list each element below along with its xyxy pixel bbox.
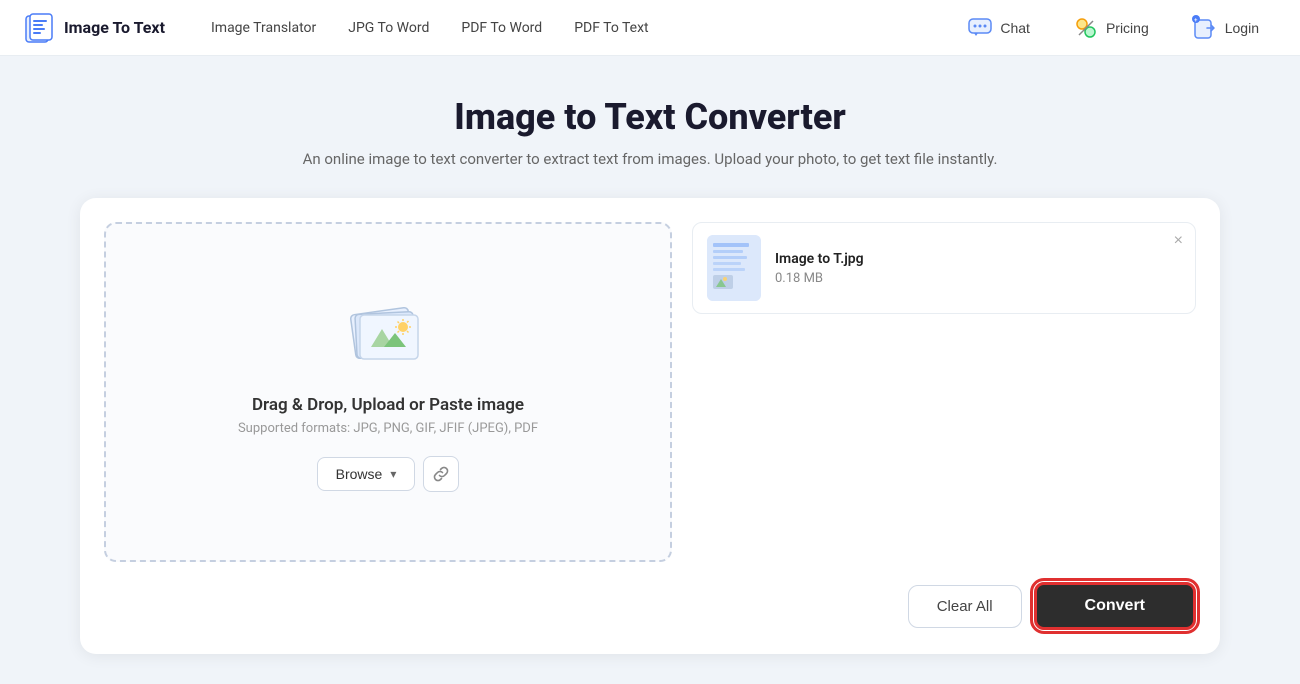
file-item: Image to T.jpg 0.18 MB × (692, 222, 1196, 314)
logo-icon (24, 12, 56, 44)
header: Image To Text Image Translator JPG To Wo… (0, 0, 1300, 56)
pricing-button[interactable]: Pricing (1055, 6, 1166, 50)
page-subtitle: An online image to text converter to ext… (303, 150, 998, 168)
login-icon: + (1191, 14, 1219, 42)
header-right: Chat Pricing + Login (949, 6, 1276, 50)
login-button[interactable]: + Login (1174, 6, 1276, 50)
nav-pdf-to-text[interactable]: PDF To Text (560, 12, 662, 44)
pricing-label: Pricing (1106, 20, 1149, 36)
file-list-area: Image to T.jpg 0.18 MB × (692, 222, 1196, 562)
chat-label: Chat (1000, 20, 1030, 36)
browse-button[interactable]: Browse ▾ (317, 457, 416, 491)
bottom-bar: Clear All Convert (104, 582, 1196, 630)
logo-link[interactable]: Image To Text (24, 12, 165, 44)
nav-pdf-to-word[interactable]: PDF To Word (447, 12, 556, 44)
link-button[interactable] (423, 456, 459, 492)
chat-button[interactable]: Chat (949, 6, 1047, 50)
logo-text: Image To Text (64, 18, 165, 37)
drop-zone-title: Drag & Drop, Upload or Paste image (252, 395, 524, 415)
main-nav: Image Translator JPG To Word PDF To Word… (197, 12, 949, 44)
pricing-icon (1072, 14, 1100, 42)
link-icon (432, 465, 450, 483)
converter-main: Drag & Drop, Upload or Paste image Suppo… (104, 222, 1196, 562)
nav-jpg-to-word[interactable]: JPG To Word (334, 12, 443, 44)
login-label: Login (1225, 20, 1259, 36)
drop-zone-icon (338, 293, 438, 377)
drop-zone[interactable]: Drag & Drop, Upload or Paste image Suppo… (104, 222, 672, 562)
file-size: 0.18 MB (775, 271, 1181, 286)
browse-area: Browse ▾ (317, 456, 460, 492)
file-thumbnail (707, 235, 761, 301)
file-name: Image to T.jpg (775, 251, 1181, 267)
nav-image-translator[interactable]: Image Translator (197, 12, 330, 44)
page-title: Image to Text Converter (454, 96, 846, 138)
svg-text:+: + (1194, 18, 1198, 24)
convert-button[interactable]: Convert (1034, 582, 1196, 630)
drop-zone-subtitle: Supported formats: JPG, PNG, GIF, JFIF (… (238, 421, 538, 436)
browse-label: Browse (336, 466, 383, 482)
clear-all-button[interactable]: Clear All (908, 585, 1022, 628)
main-content: Image to Text Converter An online image … (0, 56, 1300, 684)
file-remove-button[interactable]: × (1174, 233, 1183, 249)
chat-icon (966, 14, 994, 42)
converter-box: Drag & Drop, Upload or Paste image Suppo… (80, 198, 1220, 654)
browse-chevron-icon: ▾ (390, 467, 396, 481)
file-info: Image to T.jpg 0.18 MB (775, 251, 1181, 286)
